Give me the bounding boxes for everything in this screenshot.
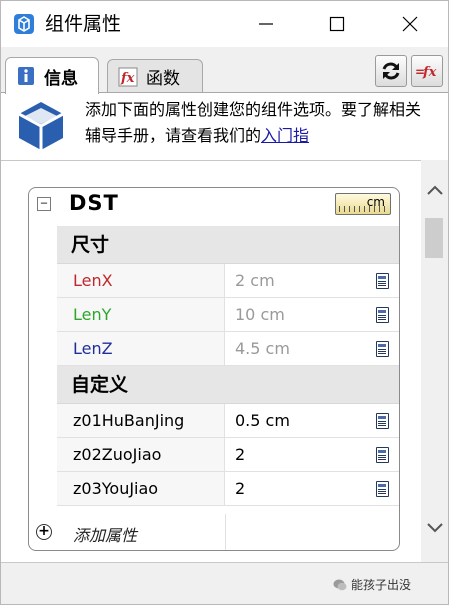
chevron-up-icon	[426, 185, 443, 195]
maximize-button[interactable]	[314, 1, 360, 47]
add-circle-icon[interactable]: +	[36, 524, 52, 540]
unit-selector[interactable]: cm	[335, 193, 391, 215]
calculator-icon[interactable]	[376, 273, 389, 289]
minimize-button[interactable]	[243, 1, 289, 47]
minimize-icon	[259, 23, 273, 25]
scroll-up-button[interactable]	[421, 176, 448, 204]
attribute-row[interactable]: LenY 10 cm	[57, 298, 399, 332]
maximize-icon	[329, 16, 345, 32]
attribute-name[interactable]: z03YouJiao	[57, 472, 225, 505]
refresh-icon	[382, 62, 400, 80]
refresh-button[interactable]	[375, 55, 407, 87]
attribute-row[interactable]: z01HuBanJing 0.5 cm	[57, 404, 399, 438]
tab-info-label: 信息	[44, 68, 78, 89]
attribute-row[interactable]: z03YouJiao 2	[57, 472, 399, 506]
attributes-grid: 尺寸 LenX 2 cm LenY 10 cm LenZ 4.5 cm 自定义 …	[57, 226, 399, 506]
component-name: DST	[69, 191, 119, 215]
component-card: − DST cm 尺寸 LenX 2 cm LenY 10 cm LenZ 4.…	[28, 187, 400, 551]
attribute-row[interactable]: z02ZuoJiao 2	[57, 438, 399, 472]
function-icon: fx	[118, 67, 138, 86]
calculator-icon[interactable]	[376, 447, 389, 463]
getting-started-link[interactable]: 入门指	[261, 126, 309, 145]
ruler-icon	[339, 206, 387, 212]
attribute-name[interactable]: LenY	[57, 298, 225, 331]
component-header: − DST cm	[29, 188, 399, 222]
component-icon	[18, 102, 64, 150]
calculator-icon[interactable]	[376, 341, 389, 357]
attribute-value[interactable]: 2	[225, 438, 399, 471]
add-attribute-row[interactable]: + 添加属性	[29, 514, 399, 550]
attribute-value[interactable]: 2	[225, 472, 399, 505]
tab-functions[interactable]: fx 函数	[107, 59, 203, 93]
value-text: 0.5 cm	[235, 411, 290, 430]
tab-functions-label: 函数	[146, 69, 180, 89]
attribute-value[interactable]: 2 cm	[225, 264, 399, 297]
close-icon	[402, 16, 418, 32]
value-text: 2 cm	[235, 271, 275, 290]
formula-icon: = fx	[415, 65, 437, 80]
component-attributes-window: 组件属性 信息 fx 函数 = fx 添加下面的属性创建您的组件选项。要了解相关…	[0, 0, 449, 605]
value-text: 2	[235, 479, 246, 498]
attribute-name[interactable]: LenX	[57, 264, 225, 297]
attribute-value[interactable]: 10 cm	[225, 298, 399, 331]
svg-text:fx: fx	[120, 71, 135, 86]
scroll-thumb[interactable]	[425, 218, 443, 258]
app-icon	[14, 14, 34, 34]
tab-bar: 信息 fx 函数 = fx	[1, 47, 448, 94]
divider	[225, 514, 226, 550]
scroll-down-button[interactable]	[421, 514, 448, 542]
attribute-value[interactable]: 0.5 cm	[225, 404, 399, 437]
vertical-scrollbar[interactable]	[421, 160, 448, 562]
calculator-icon[interactable]	[376, 307, 389, 323]
window-title: 组件属性	[45, 13, 122, 35]
formula-button[interactable]: = fx	[411, 55, 443, 87]
add-attribute-label[interactable]: 添加属性	[73, 522, 137, 546]
svg-text:fx: fx	[422, 65, 437, 80]
info-text: 添加下面的属性创建您的组件选项。要了解相关辅导手册，请查看我们的入门指	[85, 97, 435, 149]
info-description: 添加下面的属性创建您的组件选项。要了解相关辅导手册，请查看我们的	[85, 100, 422, 145]
attribute-name[interactable]: z02ZuoJiao	[57, 438, 225, 471]
title-bar[interactable]: 组件属性	[1, 1, 448, 47]
calculator-icon[interactable]	[376, 413, 389, 429]
info-banner: 添加下面的属性创建您的组件选项。要了解相关辅导手册，请查看我们的入门指	[1, 92, 448, 160]
collapse-toggle[interactable]: −	[37, 197, 51, 211]
section-header-custom[interactable]: 自定义	[57, 366, 399, 404]
value-text: 2	[235, 445, 246, 464]
attribute-value[interactable]: 4.5 cm	[225, 332, 399, 365]
value-text: 4.5 cm	[235, 339, 290, 358]
close-button[interactable]	[387, 1, 433, 47]
chevron-down-icon	[426, 523, 443, 533]
section-header-dimensions[interactable]: 尺寸	[57, 226, 399, 264]
attribute-row[interactable]: LenX 2 cm	[57, 264, 399, 298]
value-text: 10 cm	[235, 305, 285, 324]
attribute-row[interactable]: LenZ 4.5 cm	[57, 332, 399, 366]
attribute-name[interactable]: z01HuBanJing	[57, 404, 225, 437]
tab-info[interactable]: 信息	[5, 57, 99, 94]
attribute-name[interactable]: LenZ	[57, 332, 225, 365]
attributes-panel: − DST cm 尺寸 LenX 2 cm LenY 10 cm LenZ 4.…	[1, 160, 421, 562]
calculator-icon[interactable]	[376, 481, 389, 497]
info-icon	[18, 67, 34, 85]
watermark-text: 能孩子出没	[351, 578, 412, 592]
watermark: 能孩子出没	[333, 576, 411, 593]
wechat-icon	[333, 579, 347, 590]
